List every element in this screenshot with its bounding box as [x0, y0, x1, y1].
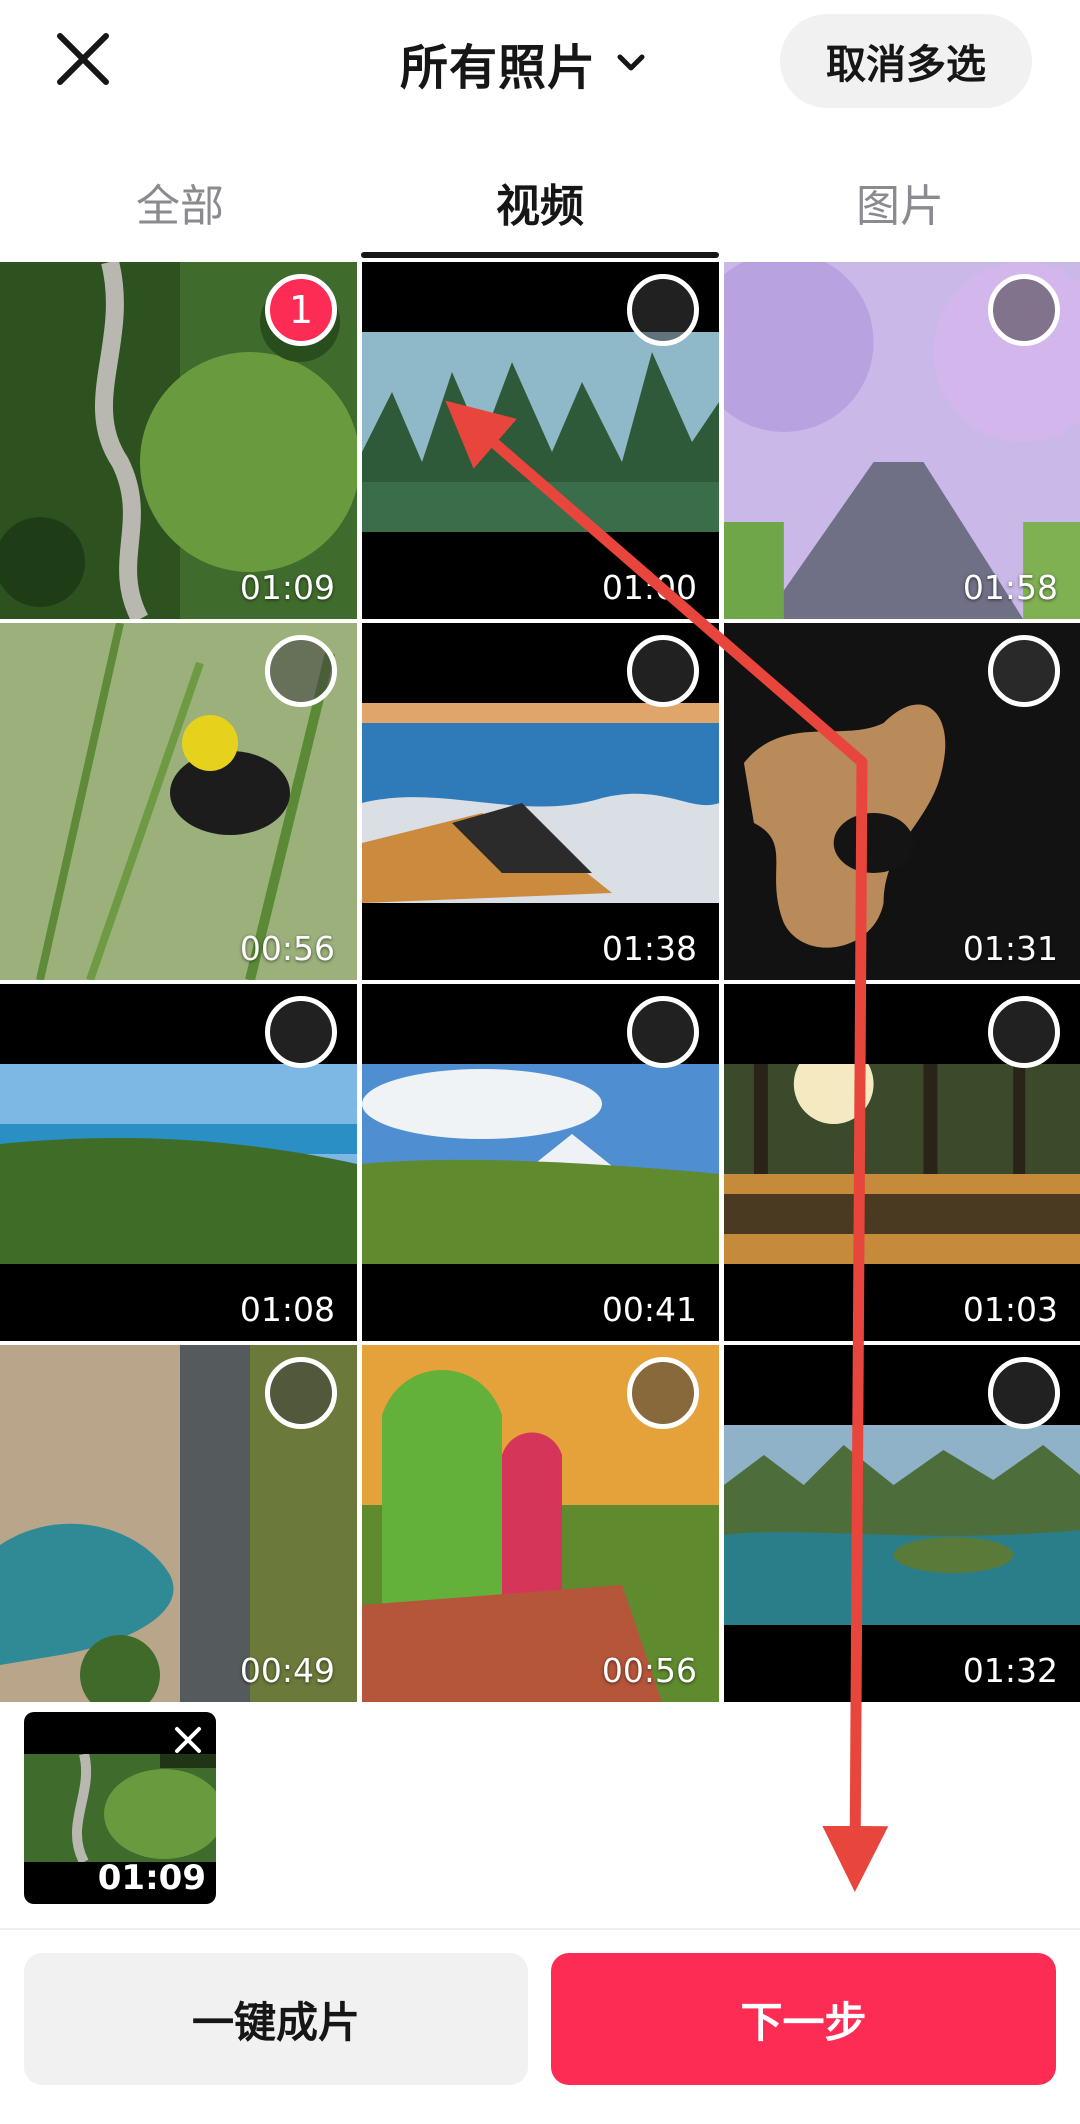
video-duration: 00:56: [601, 1651, 697, 1690]
video-thumbnail[interactable]: 01:03: [724, 984, 1080, 1341]
thumbnail-image: [362, 332, 719, 532]
video-thumbnail[interactable]: 01:32: [724, 1345, 1080, 1702]
video-thumbnail[interactable]: 00:41: [362, 984, 719, 1341]
video-duration: 00:49: [239, 1651, 335, 1690]
media-grid: 1 01:09 01:00 01:58 00:56 01:38 01:31 01…: [0, 262, 1080, 1702]
thumbnail-image: [362, 1064, 719, 1264]
next-step-button[interactable]: 下一步: [551, 1953, 1056, 2085]
video-thumbnail[interactable]: 01:00: [362, 262, 719, 619]
video-duration: 00:41: [601, 1290, 697, 1329]
album-title: 所有照片: [400, 40, 597, 96]
close-icon[interactable]: [50, 26, 116, 92]
select-circle[interactable]: [627, 274, 699, 346]
select-circle[interactable]: [988, 274, 1060, 346]
video-duration: 01:09: [239, 568, 335, 607]
tab-photo[interactable]: 图片: [720, 170, 1080, 234]
select-circle[interactable]: [265, 1357, 337, 1429]
select-circle[interactable]: [988, 1357, 1060, 1429]
video-duration: 01:32: [962, 1651, 1058, 1690]
video-thumbnail[interactable]: 01:58: [724, 262, 1080, 619]
top-bar: 所有照片 取消多选: [0, 0, 1080, 125]
select-circle[interactable]: [627, 1357, 699, 1429]
album-selector[interactable]: 所有照片: [400, 28, 648, 98]
select-circle[interactable]: [627, 635, 699, 707]
video-thumbnail[interactable]: 01:31: [724, 623, 1080, 980]
video-duration: 01:31: [962, 929, 1058, 968]
tab-all[interactable]: 全部: [0, 170, 360, 234]
video-thumbnail[interactable]: 1 01:09: [0, 262, 357, 619]
video-thumbnail[interactable]: 00:56: [0, 623, 357, 980]
selection-order-badge[interactable]: 1: [265, 274, 337, 346]
video-thumbnail[interactable]: 00:56: [362, 1345, 719, 1702]
thumbnail-image: [0, 1064, 357, 1264]
active-tab-indicator: [361, 252, 719, 258]
thumbnail-image: [724, 1425, 1080, 1625]
selected-video-thumbnail[interactable]: 01:09: [24, 1712, 216, 1904]
divider: [0, 1928, 1080, 1930]
select-circle[interactable]: [988, 635, 1060, 707]
video-duration: 01:03: [962, 1290, 1058, 1329]
thumbnail-image: [724, 1064, 1080, 1264]
video-thumbnail[interactable]: 01:38: [362, 623, 719, 980]
select-circle[interactable]: [265, 635, 337, 707]
selected-video-duration: 01:09: [97, 1858, 206, 1898]
select-circle[interactable]: [627, 996, 699, 1068]
tab-video[interactable]: 视频: [360, 170, 720, 234]
chevron-down-icon: [617, 54, 645, 71]
select-circle[interactable]: [988, 996, 1060, 1068]
auto-edit-button[interactable]: 一键成片: [24, 1953, 528, 2085]
remove-selected-button[interactable]: [160, 1712, 216, 1768]
video-duration: 01:00: [601, 568, 697, 607]
video-thumbnail[interactable]: 00:49: [0, 1345, 357, 1702]
thumbnail-image: [24, 1754, 216, 1862]
media-type-tabs: 全部 视频 图片: [0, 150, 1080, 260]
video-thumbnail[interactable]: 01:08: [0, 984, 357, 1341]
video-duration: 00:56: [239, 929, 335, 968]
video-duration: 01:08: [239, 1290, 335, 1329]
close-icon: [175, 1727, 201, 1753]
video-duration: 01:38: [601, 929, 697, 968]
cancel-multi-select-button[interactable]: 取消多选: [780, 14, 1032, 108]
video-duration: 01:58: [962, 568, 1058, 607]
select-circle[interactable]: [265, 996, 337, 1068]
thumbnail-image: [362, 703, 719, 903]
